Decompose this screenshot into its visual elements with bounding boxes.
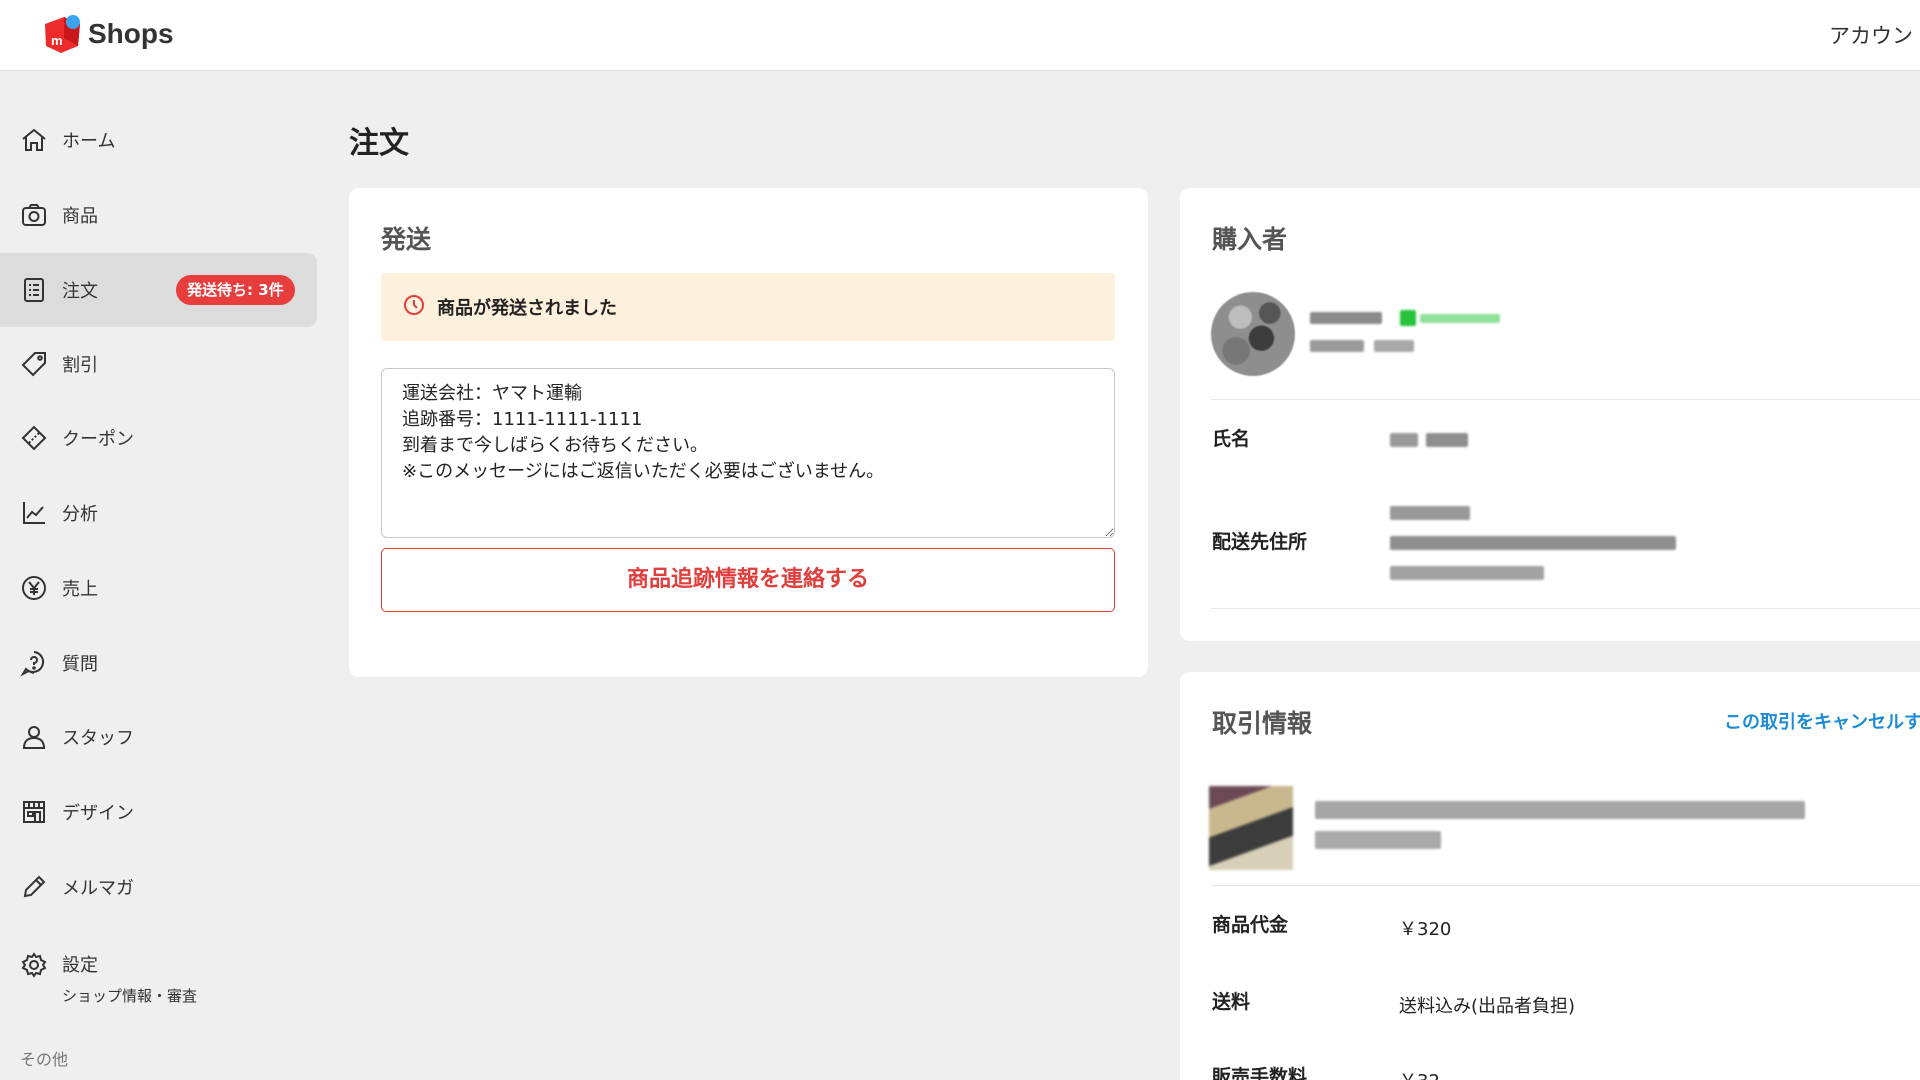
sidebar-item-newsletter[interactable]: メルマガ	[0, 850, 317, 924]
buyer-avatar[interactable]	[1211, 292, 1295, 376]
pending-shipment-badge: 発送待ち: 3件	[176, 275, 295, 305]
sidebar-item-discount[interactable]: 割引	[0, 327, 317, 401]
brand-name: Shops	[88, 18, 174, 49]
clock-icon	[403, 294, 425, 320]
shipping-fee-label: 送料	[1212, 991, 1251, 1013]
sidebar-item-label: 割引	[62, 355, 98, 376]
sidebar-item-products[interactable]: 商品	[0, 178, 317, 252]
chart-icon	[20, 499, 48, 527]
sidebar-item-staff[interactable]: スタッフ	[0, 700, 317, 774]
sales-fee-value: ￥32	[1399, 1067, 1440, 1080]
buyer-meta-redacted	[1374, 340, 1414, 352]
sidebar-item-settings[interactable]: 設定 ショップ情報・審査	[0, 935, 317, 1021]
sales-fee-label: 販売手数料	[1212, 1066, 1308, 1080]
product-title-redacted	[1315, 831, 1441, 849]
camera-icon	[20, 201, 48, 229]
shipped-notice-text: 商品が発送されました	[437, 298, 617, 319]
sidebar-item-analytics[interactable]: 分析	[0, 476, 317, 550]
buyer-name-redacted	[1426, 433, 1468, 447]
sidebar-item-label: 設定	[62, 955, 98, 976]
divider	[1211, 399, 1920, 400]
buyer-meta-redacted	[1310, 340, 1364, 352]
buyer-rating-redacted	[1420, 314, 1500, 323]
sidebar-item-design[interactable]: デザイン	[0, 775, 317, 849]
name-label: 氏名	[1212, 428, 1251, 450]
sidebar-item-label: ホーム	[62, 131, 116, 152]
question-bubble-icon	[20, 649, 48, 677]
divider	[1211, 608, 1920, 609]
sidebar-item-label: 分析	[62, 504, 98, 525]
address-line-redacted	[1390, 566, 1544, 580]
sidebar-item-label: スタッフ	[62, 728, 134, 749]
order-list-icon	[20, 276, 48, 304]
item-price-value: ￥320	[1399, 919, 1452, 940]
page-title: 注文	[349, 126, 409, 161]
sidebar-item-orders[interactable]: 注文 発送待ち: 3件	[0, 253, 317, 327]
settings-label-group: 設定 ショップ情報・審査	[62, 951, 197, 1006]
person-icon	[20, 723, 48, 751]
buyer-card-title: 購入者	[1212, 225, 1288, 254]
sidebar-item-label: 売上	[62, 579, 98, 600]
tag-icon	[20, 350, 48, 378]
mercari-logo-icon: m	[42, 14, 84, 54]
pencil-icon	[20, 873, 48, 901]
shipping-message-textarea[interactable]	[381, 368, 1115, 538]
item-price-label: 商品代金	[1212, 914, 1289, 936]
address-label: 配送先住所	[1212, 531, 1308, 553]
shipping-card: 発送 商品が発送されました 商品追跡情報を連絡する	[349, 188, 1148, 677]
trade-info-card-title: 取引情報	[1212, 709, 1313, 738]
postal-code-redacted	[1390, 506, 1470, 520]
sidebar-item-label: デザイン	[62, 803, 134, 824]
gear-icon	[20, 951, 48, 979]
send-tracking-info-button[interactable]: 商品追跡情報を連絡する	[381, 548, 1115, 612]
sidebar-item-label: 商品	[62, 206, 98, 227]
sidebar-item-sublabel: ショップ情報・審査	[62, 987, 198, 1005]
buyer-username-redacted	[1310, 312, 1382, 324]
shipping-card-title: 発送	[381, 225, 432, 254]
sidebar-item-home[interactable]: ホーム	[0, 103, 317, 177]
page: m Shops アカウント ホーム 商品 注文 発送待	[0, 0, 1920, 1080]
buyer-badge-redacted	[1400, 310, 1416, 326]
buyer-card: 購入者 氏名 配送先住所	[1180, 188, 1920, 641]
address-line-redacted	[1390, 536, 1676, 550]
coupon-icon	[20, 424, 48, 452]
yen-icon	[20, 574, 48, 602]
sidebar-item-label: クーポン	[62, 429, 134, 450]
storefront-icon	[20, 798, 48, 826]
buyer-name-redacted	[1390, 433, 1418, 447]
sidebar-item-sales[interactable]: 売上	[0, 551, 317, 625]
sidebar-item-label: 注文	[62, 281, 98, 302]
trade-info-card: 取引情報 この取引をキャンセルす 商品代金 ￥320 送料 送料込み(出品者負担…	[1180, 672, 1920, 1080]
sidebar: ホーム 商品 注文 発送待ち: 3件 割引 クーポン 分析 売上 質問 スタッフ…	[0, 71, 330, 1080]
divider	[1211, 885, 1920, 886]
sidebar-item-questions[interactable]: 質問	[0, 626, 317, 700]
sidebar-item-label: 質問	[62, 654, 98, 675]
shipped-notice: 商品が発送されました	[381, 273, 1115, 341]
sidebar-item-coupon[interactable]: クーポン	[0, 401, 317, 475]
sidebar-section-other: その他	[20, 1050, 69, 1069]
account-menu[interactable]: アカウント	[1829, 20, 1920, 50]
sidebar-item-label: メルマガ	[62, 878, 134, 899]
product-thumbnail[interactable]	[1209, 786, 1293, 870]
svg-text:m: m	[51, 33, 63, 48]
shipping-fee-value: 送料込み(出品者負担)	[1399, 996, 1576, 1017]
home-icon	[20, 126, 48, 154]
product-title-redacted	[1315, 801, 1805, 819]
cancel-trade-link[interactable]: この取引をキャンセルす	[1724, 708, 1920, 734]
top-header: m Shops アカウント	[0, 0, 1920, 71]
shops-logo[interactable]: m Shops	[42, 14, 174, 54]
